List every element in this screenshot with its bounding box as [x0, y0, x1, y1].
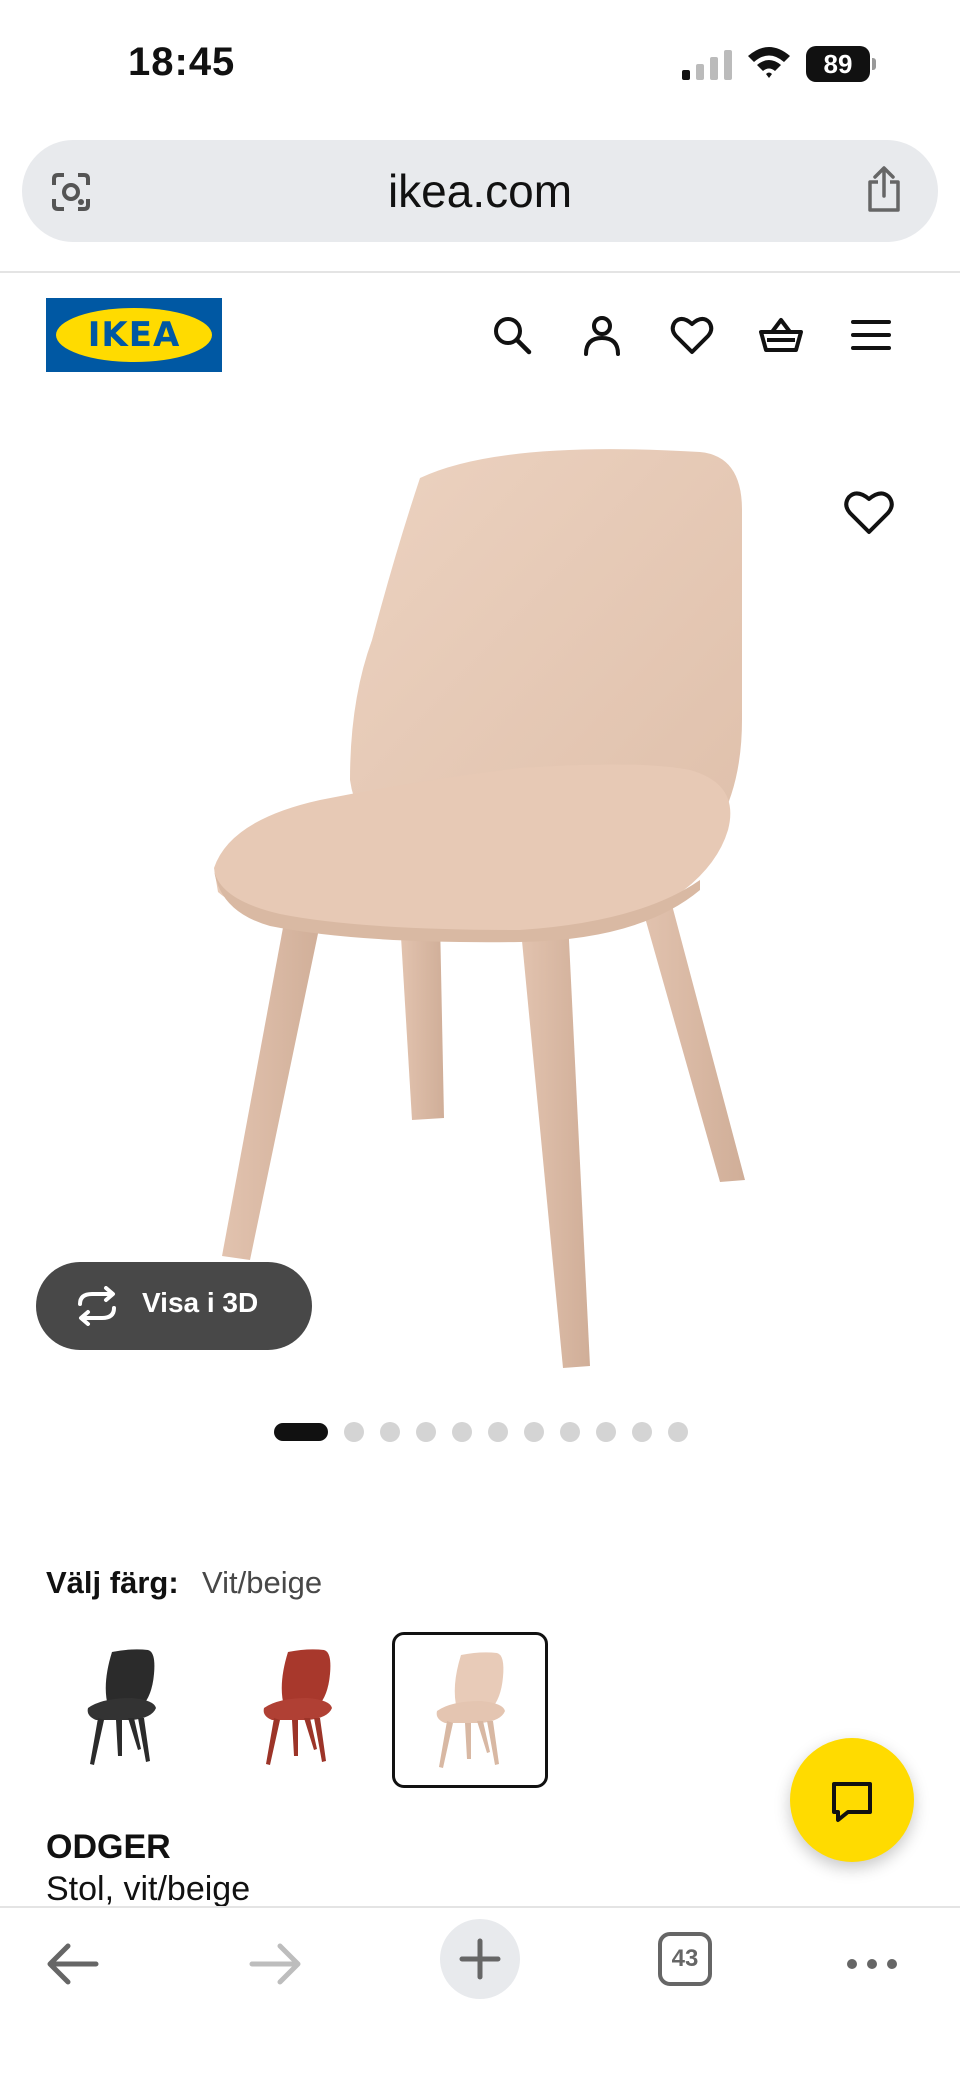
new-tab-button[interactable] [440, 1919, 520, 1999]
account-icon[interactable] [579, 312, 625, 358]
cart-icon[interactable] [758, 312, 804, 358]
address-bar[interactable]: ikea.com [22, 140, 938, 242]
rotate-3d-icon [78, 1286, 116, 1326]
color-value: Vit/beige [202, 1565, 323, 1600]
back-icon[interactable] [44, 1934, 100, 1994]
browser-toolbar: 43 [0, 1906, 960, 2081]
save-favorite-icon[interactable] [840, 484, 898, 542]
forward-icon[interactable] [248, 1934, 304, 1994]
search-icon[interactable] [489, 312, 535, 358]
pagination-dot[interactable] [596, 1422, 616, 1442]
pagination-dot[interactable] [668, 1422, 688, 1442]
chat-button[interactable] [790, 1738, 914, 1862]
pagination-dot[interactable] [452, 1422, 472, 1442]
pagination-dot[interactable] [488, 1422, 508, 1442]
favorites-icon[interactable] [669, 312, 715, 358]
url-text[interactable]: ikea.com [22, 164, 938, 218]
pagination-dot[interactable] [344, 1422, 364, 1442]
pagination-dot[interactable] [560, 1422, 580, 1442]
chair-thumbnail-red [263, 1649, 332, 1765]
share-icon[interactable] [864, 166, 904, 214]
chair-thumbnail-beige [436, 1652, 505, 1768]
chair-thumbnail-black [87, 1649, 156, 1765]
product-name: ODGER [46, 1828, 171, 1866]
battery-level: 89 [806, 46, 870, 82]
wifi-icon [748, 47, 790, 78]
plus-icon [459, 1938, 501, 1980]
battery-icon: 89 [806, 46, 876, 82]
pagination-dot[interactable] [416, 1422, 436, 1442]
view-3d-label: Visa i 3D [142, 1287, 259, 1318]
product-description: Stol, vit/beige [46, 1870, 251, 1908]
pagination-dot[interactable] [632, 1422, 652, 1442]
color-swatch-black[interactable] [46, 1632, 202, 1788]
view-3d-button[interactable]: Visa i 3D [36, 1262, 312, 1350]
logo-text: IKEA [87, 315, 181, 355]
status-time: 18:45 [128, 40, 236, 84]
more-icon[interactable] [846, 1934, 898, 1994]
ikea-logo[interactable]: IKEA [46, 298, 222, 372]
pagination-dot[interactable] [524, 1422, 544, 1442]
battery-tip [872, 58, 876, 70]
image-pagination[interactable] [274, 1422, 688, 1442]
color-swatch-white-beige[interactable] [392, 1632, 548, 1788]
color-label: Välj färg: [46, 1565, 179, 1600]
color-swatch-red[interactable] [222, 1632, 378, 1788]
header-divider [0, 271, 960, 273]
product-image[interactable] [0, 400, 960, 1400]
pagination-dot-active[interactable] [274, 1423, 328, 1441]
pagination-dot[interactable] [380, 1422, 400, 1442]
signal-icon [682, 50, 732, 80]
status-bar: 18:45 89 [0, 0, 960, 130]
chat-icon [832, 1782, 872, 1822]
tabs-button[interactable]: 43 [658, 1932, 712, 1986]
menu-icon[interactable] [848, 312, 894, 358]
